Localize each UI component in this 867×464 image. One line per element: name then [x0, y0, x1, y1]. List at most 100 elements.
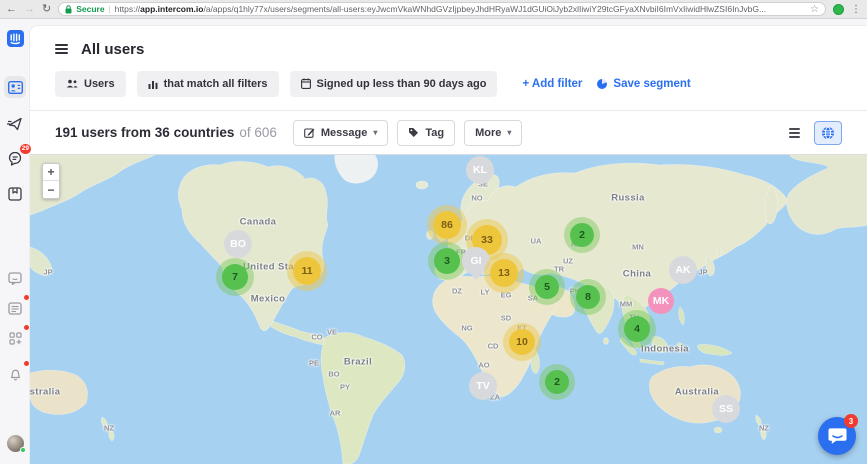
filter-row: Users that match all filters Signed up l… [55, 70, 867, 97]
campaigns-badge: 29 [19, 144, 31, 154]
grid-plus-icon [8, 331, 22, 345]
messenger-badge: 3 [844, 414, 858, 428]
map-cluster-marker[interactable]: 11 [293, 257, 321, 285]
map-cluster-marker[interactable]: 7 [222, 264, 248, 290]
page-header: All users [30, 26, 867, 60]
browser-menu-icon[interactable]: ⋮ [851, 4, 861, 15]
tag-icon [409, 128, 419, 137]
calendar-icon [300, 78, 311, 89]
users-type-chip[interactable]: Users [55, 70, 126, 97]
browser-extension-icon[interactable] [833, 3, 844, 15]
results-count: 191 users from 36 countries [55, 125, 235, 140]
sidebar-item-articles[interactable] [4, 183, 26, 205]
inbox-icon [8, 301, 22, 315]
back-button[interactable]: ← [6, 3, 17, 15]
secure-lock-icon [65, 4, 72, 14]
sidebar-item-contacts[interactable] [4, 76, 26, 98]
users-chip-label: Users [84, 77, 115, 90]
map-cluster-marker[interactable]: AK [669, 256, 697, 284]
compose-icon [304, 128, 315, 138]
sidebar-item-notifications[interactable] [4, 361, 29, 385]
message-button-label: Message [320, 126, 368, 139]
actions-group: Message ▾ Tag More ▾ [292, 119, 523, 146]
tag-button-label: Tag [425, 126, 445, 139]
address-bar[interactable]: Secure | https://app.intercom.io/a/apps/… [58, 2, 826, 16]
user-avatar [6, 434, 26, 453]
map-cluster-marker[interactable]: 13 [490, 259, 518, 287]
view-toggles [780, 120, 842, 145]
map-cluster-marker[interactable]: TV [469, 372, 497, 400]
zoom-out-button[interactable]: − [43, 181, 59, 198]
secure-label: Secure [76, 4, 105, 14]
match-filters-chip[interactable]: that match all filters [136, 70, 279, 97]
intercom-app: 29 All users Users that match all filter… [0, 19, 867, 464]
message-caret-icon: ▾ [373, 128, 378, 137]
intercom-logo-icon [6, 29, 24, 47]
signup-filter-chip[interactable]: Signed up less than 90 days ago [289, 70, 498, 97]
map-cluster-marker[interactable]: BO [224, 230, 252, 258]
book-icon [8, 187, 22, 201]
world-map[interactable]: Canada United States Mexico Brazil Russia Chi… [30, 154, 867, 464]
list-view-icon [788, 127, 800, 138]
list-view-toggle[interactable] [780, 121, 808, 145]
results-total: of 606 [239, 125, 277, 140]
map-cluster-marker[interactable]: 2 [570, 223, 594, 247]
zoom-in-button[interactable]: + [43, 164, 59, 181]
map-cluster-marker[interactable]: 3 [434, 248, 460, 274]
more-button[interactable]: More ▾ [464, 119, 523, 146]
sidebar-item-inbox[interactable] [4, 295, 29, 319]
save-segment-link[interactable]: Save segment [596, 77, 691, 90]
message-button[interactable]: Message ▾ [292, 119, 389, 146]
map-cluster-marker[interactable]: KL [466, 156, 494, 184]
main-panel: All users Users that match all filters S… [30, 26, 867, 464]
megaphone-icon [8, 152, 21, 166]
map-cluster-marker[interactable]: 4 [624, 316, 650, 342]
bookmark-star-icon[interactable]: ☆ [810, 4, 819, 15]
paper-plane-icon [7, 117, 22, 131]
bar-chart-icon [148, 80, 158, 89]
reload-button[interactable]: ↻ [42, 3, 51, 15]
contacts-icon [7, 80, 23, 94]
sidebar-item-outbound[interactable] [4, 113, 26, 135]
add-filter-link[interactable]: + Add filter [522, 78, 582, 90]
more-caret-icon: ▾ [507, 128, 512, 137]
map-cluster-marker[interactable]: 5 [535, 275, 559, 299]
users-icon [66, 79, 78, 88]
map-cluster-marker[interactable]: GI [462, 247, 490, 280]
segments-menu-icon[interactable] [55, 44, 68, 54]
map-cluster-marker[interactable]: SS [712, 395, 740, 423]
intercom-messenger-launcher[interactable]: 3 [818, 414, 858, 455]
more-button-label: More [475, 126, 502, 139]
platform-notification-dot [24, 325, 29, 330]
map-cluster-marker[interactable]: 2 [545, 370, 569, 394]
url-text: https://app.intercom.io/a/apps/q1hly77x/… [114, 4, 767, 14]
messenger-chat-icon [827, 428, 847, 444]
chat-bubble-icon [8, 271, 22, 285]
tag-button[interactable]: Tag [397, 119, 456, 146]
intercom-logo[interactable] [4, 27, 26, 49]
map-zoom-control: + − [42, 163, 60, 199]
bell-icon [10, 369, 20, 381]
browser-toolbar: ← → ↻ Secure | https://app.intercom.io/a… [0, 0, 867, 19]
sidebar-item-campaigns[interactable]: 29 [4, 144, 31, 170]
online-status-dot [19, 446, 26, 453]
inbox-notification-dot [24, 295, 29, 300]
notifications-dot [24, 361, 29, 366]
globe-icon [822, 126, 834, 139]
segment-icon [597, 78, 608, 89]
map-cluster-marker[interactable]: 10 [509, 329, 535, 355]
map-terrain [30, 155, 867, 464]
map-cluster-marker[interactable]: MK [648, 288, 674, 314]
match-chip-label: that match all filters [163, 77, 268, 90]
sidebar: 29 [0, 19, 31, 464]
sidebar-item-profile[interactable] [4, 432, 26, 454]
sidebar-item-platform[interactable] [4, 325, 29, 349]
sidebar-item-messages[interactable] [4, 267, 26, 289]
map-cluster-marker[interactable]: 86 [433, 211, 461, 239]
map-view-toggle[interactable] [814, 120, 842, 145]
map-cluster-marker[interactable]: 8 [576, 285, 600, 309]
forward-button[interactable]: → [24, 3, 35, 15]
page-title: All users [81, 40, 145, 58]
save-segment-label: Save segment [613, 77, 691, 90]
signup-chip-label: Signed up less than 90 days ago [316, 77, 487, 90]
